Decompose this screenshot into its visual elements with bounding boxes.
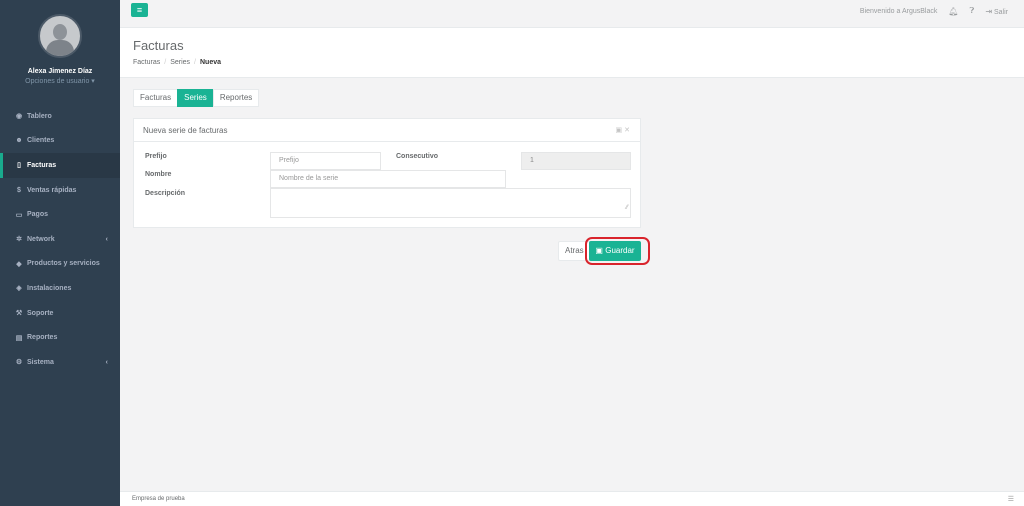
tools-icon: ◈	[16, 285, 22, 293]
top-navbar: ≡ Bienvenido a ArgusBlack 🔔︎ ❓︎ ⇥ Salir	[120, 0, 1024, 28]
save-icon[interactable]: ▣	[616, 127, 625, 134]
breadcrumb-separator: /	[164, 59, 167, 66]
nombre-input[interactable]: Nombre de la serie	[270, 170, 506, 188]
consecutivo-input: 1	[521, 152, 631, 170]
avatar[interactable]	[38, 14, 82, 58]
sidebar-item-label: Facturas	[27, 161, 57, 169]
user-name: Alexa Jimenez Díaz	[27, 68, 93, 75]
wrench-icon: ⚒	[15, 310, 23, 318]
page-title: Facturas	[133, 38, 184, 53]
sidebar-item-instalaciones[interactable]: ◈ Instalaciones	[0, 276, 120, 301]
tab-series[interactable]: Series	[177, 89, 214, 107]
chevron-left-icon: ‹	[105, 235, 108, 243]
page-heading: Facturas Facturas / Series / Nueva	[120, 28, 1024, 78]
sidebar-item-label: Tablero	[27, 112, 52, 120]
tab-reportes[interactable]: Reportes	[212, 89, 260, 107]
resize-handle-icon[interactable]: ⁄⁄	[626, 200, 628, 216]
sidebar-item-label: Productos y servicios	[27, 260, 100, 268]
hamburger-icon: ≡	[136, 5, 143, 15]
panel-title: Nueva serie de facturas	[143, 125, 228, 135]
panel-header: Nueva serie de facturas ▣✕	[134, 119, 640, 142]
logout-link[interactable]: ⇥ Salir	[985, 7, 1008, 16]
list-icon[interactable]: ☰	[1008, 493, 1014, 506]
sidebar-item-pagos[interactable]: ▭ Pagos	[0, 202, 120, 227]
sidebar-nav: ◉ Tablero ☻ Clientes ▯ Facturas $ Ventas ráp…	[0, 104, 120, 375]
close-icon[interactable]: ✕	[624, 127, 632, 134]
top-right-bar: Bienvenido a ArgusBlack 🔔︎ ❓︎ ⇥ Salir	[860, 6, 1008, 16]
prefijo-input[interactable]: Prefijo	[270, 152, 381, 170]
sidebar-item-label: Ventas rápidas	[27, 186, 77, 194]
tab-facturas[interactable]: Facturas	[133, 89, 179, 107]
sidebar-item-reportes[interactable]: ▤ Reportes	[0, 325, 120, 350]
sidebar-item-soporte[interactable]: ⚒ Soporte	[0, 301, 120, 326]
sidebar-item-ventas-rapidas[interactable]: $ Ventas rápidas	[0, 178, 120, 203]
book-icon: ▤	[15, 334, 23, 342]
file-icon: ▯	[17, 162, 21, 170]
breadcrumb: Facturas / Series / Nueva	[133, 59, 221, 66]
sidebar-item-label: Sistema	[27, 358, 54, 366]
dollar-icon: $	[17, 186, 21, 194]
breadcrumb-current: Nueva	[199, 59, 221, 66]
user-profile: Alexa Jimenez Díaz Opciones de usuario ▾	[0, 0, 120, 104]
tab-bar: Facturas Series Reportes	[133, 89, 260, 107]
footer-company: Empresa de prueba	[132, 496, 185, 502]
panel-tools: ▣✕	[616, 126, 633, 134]
sidebar-item-sistema[interactable]: ⚙ Sistema ‹	[0, 350, 120, 375]
sidebar-item-label: Clientes	[27, 137, 55, 145]
tag-icon: ◆	[16, 260, 22, 268]
dashboard-icon: ◉	[15, 113, 23, 121]
descripcion-textarea[interactable]: ⁄⁄	[270, 188, 631, 218]
sidebar-item-label: Reportes	[27, 334, 58, 342]
network-icon: ✲	[16, 236, 22, 244]
sidebar: Alexa Jimenez Díaz Opciones de usuario ▾…	[0, 0, 120, 506]
users-icon: ☻	[15, 137, 23, 145]
sign-out-icon: ⇥	[985, 6, 993, 16]
footer: Empresa de prueba ☰	[120, 491, 1024, 506]
consecutivo-label: Consecutivo	[396, 153, 439, 160]
prefijo-label: Prefijo	[145, 153, 167, 160]
descripcion-label: Descripción	[145, 190, 186, 197]
logout-label: Salir	[993, 8, 1008, 16]
menu-toggle-button[interactable]: ≡	[131, 3, 148, 17]
highlight-annotation	[585, 237, 650, 265]
new-series-panel: Nueva serie de facturas ▣✕ Prefijo Prefi…	[133, 118, 641, 228]
bell-icon[interactable]: 🔔︎	[948, 7, 958, 16]
sidebar-item-productos[interactable]: ◆ Productos y servicios	[0, 252, 120, 277]
breadcrumb-separator: /	[194, 59, 196, 66]
welcome-message: Bienvenido a ArgusBlack	[859, 7, 938, 15]
user-options-dropdown[interactable]: Opciones de usuario ▾	[0, 77, 120, 85]
sidebar-item-facturas[interactable]: ▯ Facturas	[0, 153, 120, 178]
sidebar-item-label: Pagos	[27, 211, 49, 219]
breadcrumb-series[interactable]: Series	[170, 59, 190, 66]
sidebar-item-clientes[interactable]: ☻ Clientes	[0, 129, 120, 154]
breadcrumb-facturas[interactable]: Facturas	[133, 59, 160, 66]
sidebar-item-label: Network	[27, 235, 55, 243]
sidebar-item-tablero[interactable]: ◉ Tablero	[0, 104, 120, 129]
sidebar-item-label: Soporte	[27, 309, 54, 317]
nombre-label: Nombre	[145, 171, 172, 178]
money-icon: ▭	[15, 211, 23, 219]
sidebar-item-label: Instalaciones	[27, 284, 72, 292]
sidebar-item-network[interactable]: ✲ Network ‹	[0, 227, 120, 252]
chevron-left-icon: ‹	[105, 358, 108, 366]
cogs-icon: ⚙	[15, 359, 23, 367]
help-icon[interactable]: ❓︎	[970, 6, 975, 16]
